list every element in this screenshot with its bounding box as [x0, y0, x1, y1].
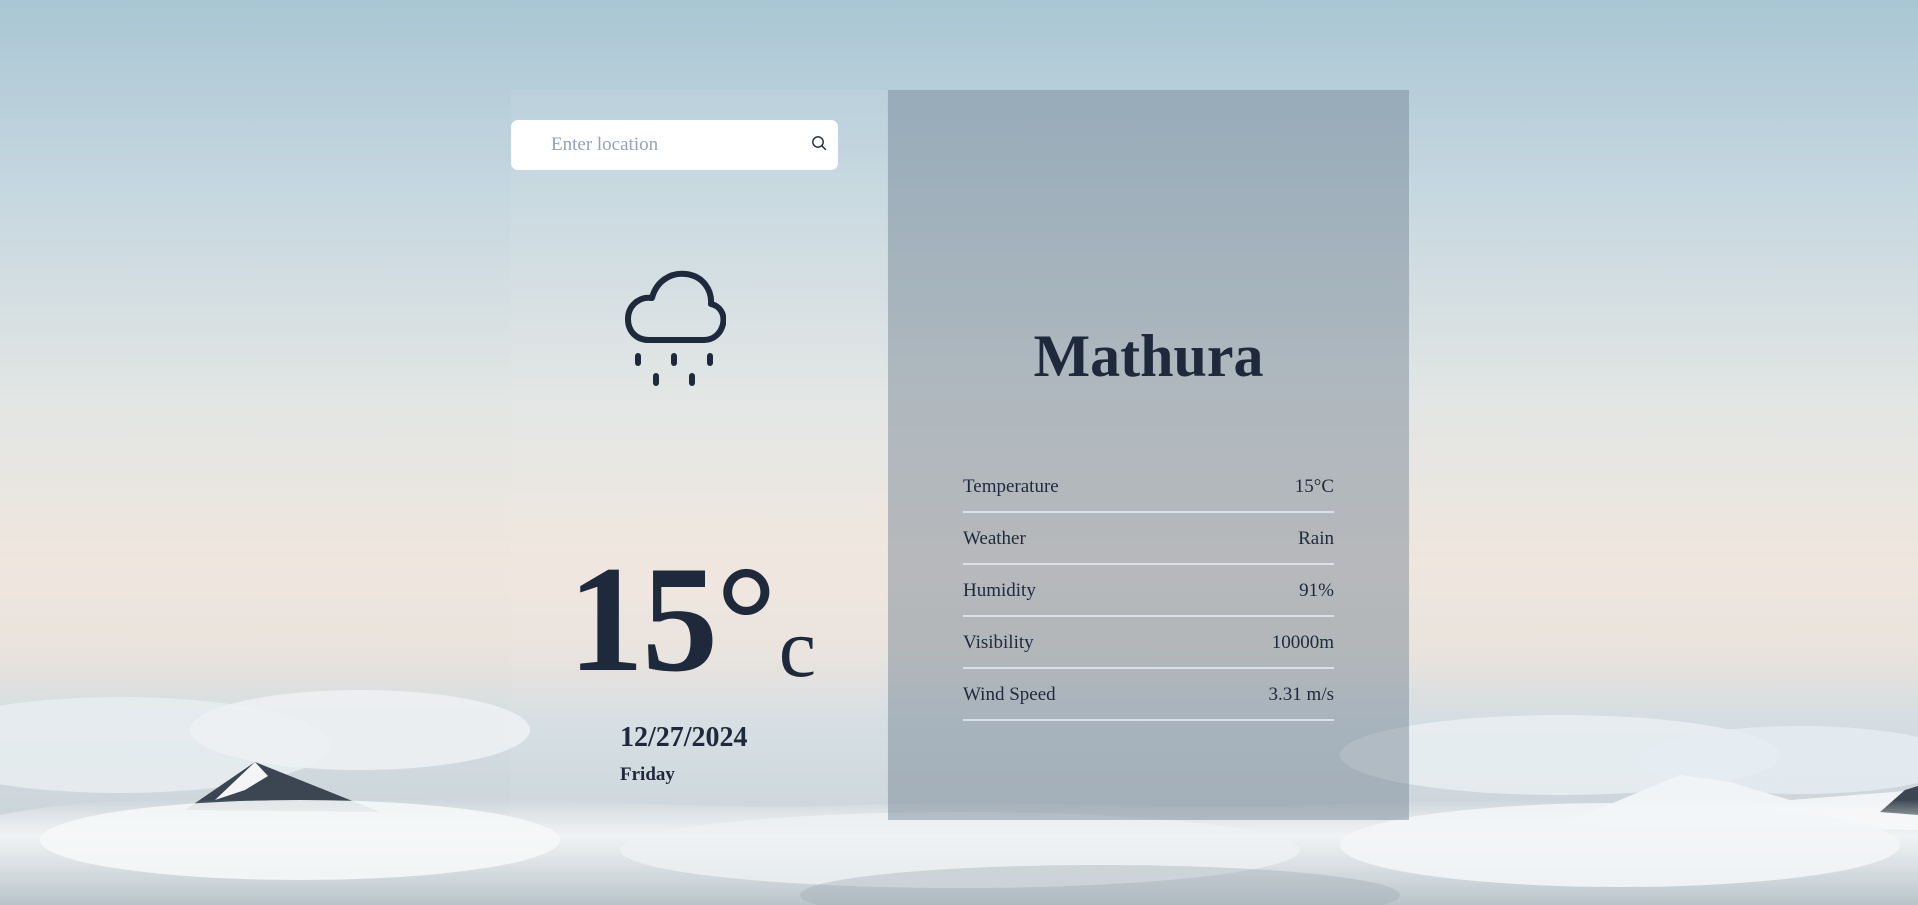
search-box — [511, 120, 838, 170]
current-temperature: 15° c — [568, 535, 817, 703]
stat-value: 10000m — [1271, 632, 1334, 653]
search-input[interactable] — [547, 128, 795, 162]
stat-row-temperature: Temperature 15°C — [963, 463, 1334, 513]
stat-label: Wind Speed — [963, 684, 1056, 705]
current-date: 12/27/2024 — [620, 722, 748, 753]
stat-value: 91% — [1299, 580, 1334, 601]
stat-row-humidity: Humidity 91% — [963, 567, 1334, 617]
current-day: Friday — [620, 764, 675, 785]
cloud-rain-icon — [624, 268, 727, 393]
current-weather-column — [511, 90, 887, 820]
stat-row-visibility: Visibility 10000m — [963, 619, 1334, 669]
temperature-unit: c — [778, 602, 817, 695]
stat-label: Weather — [963, 528, 1026, 549]
details-panel: Mathura Temperature 15°C Weather Rain Hu… — [888, 90, 1409, 820]
stat-label: Visibility — [963, 632, 1034, 653]
stat-row-wind-speed: Wind Speed 3.31 m/s — [963, 671, 1334, 721]
stat-value: Rain — [1298, 528, 1334, 549]
search-icon[interactable] — [808, 132, 830, 154]
stat-label: Humidity — [963, 580, 1036, 601]
stat-value: 15°C — [1294, 476, 1334, 497]
stat-value: 3.31 m/s — [1268, 684, 1334, 705]
stat-row-weather: Weather Rain — [963, 515, 1334, 565]
weather-stats-list: Temperature 15°C Weather Rain Humidity 9… — [963, 463, 1334, 723]
stat-label: Temperature — [963, 476, 1059, 497]
temperature-value: 15° — [568, 535, 777, 703]
city-name: Mathura — [1033, 323, 1264, 389]
